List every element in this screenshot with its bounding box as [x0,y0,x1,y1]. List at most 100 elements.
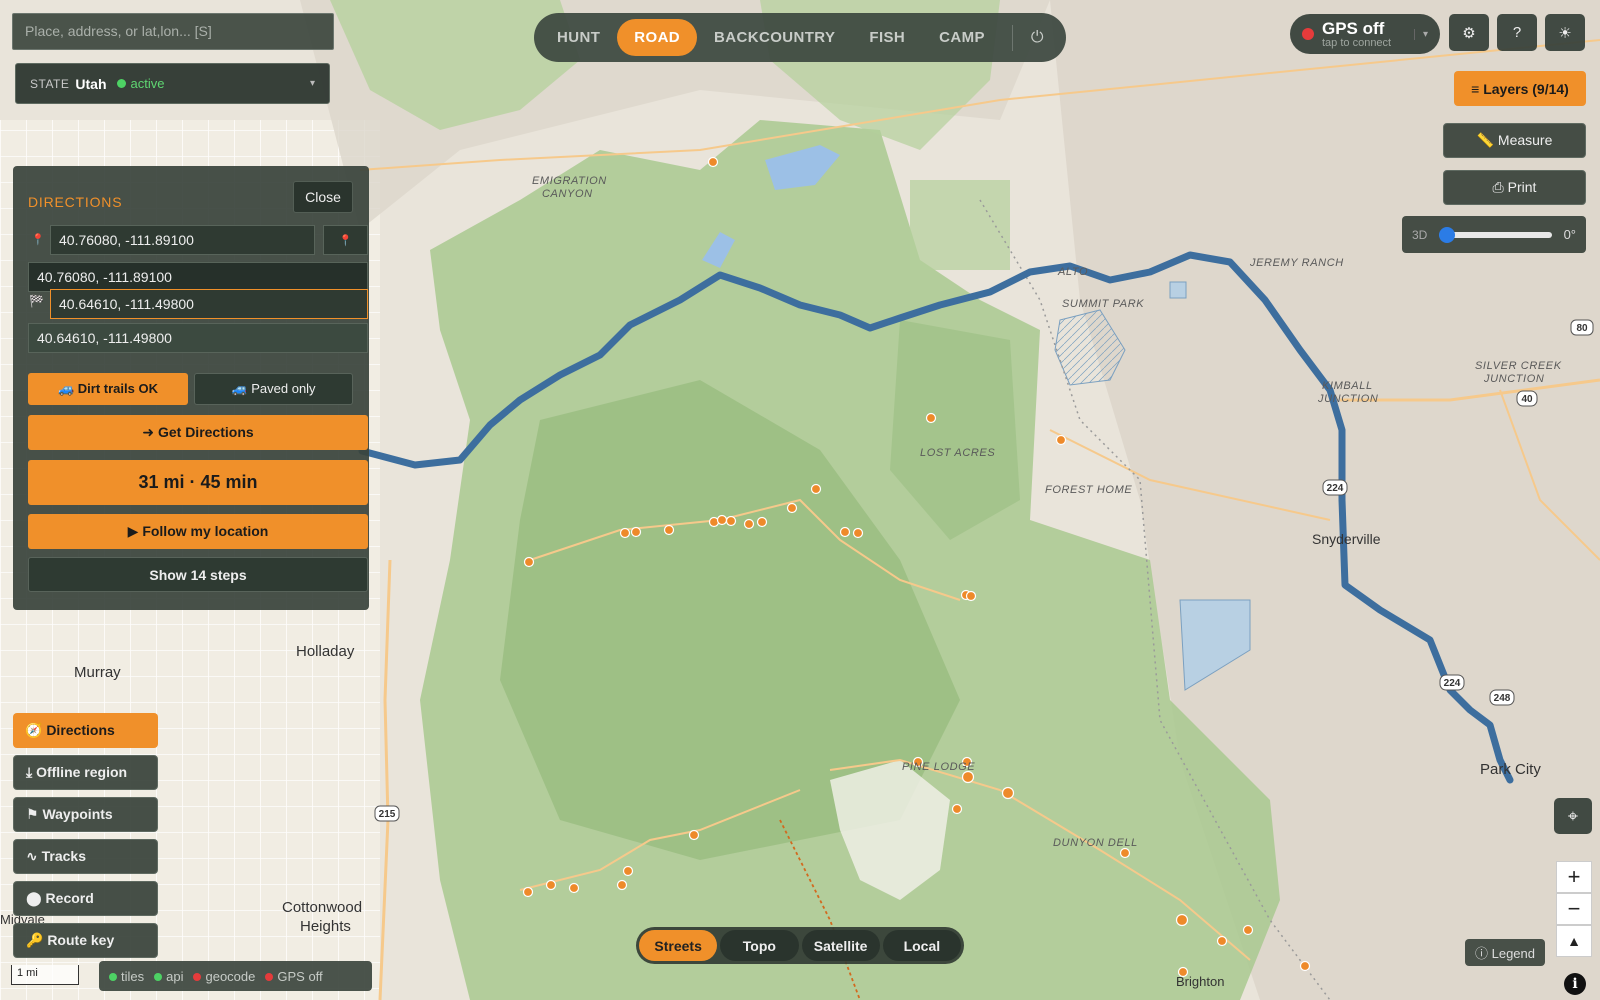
measure-button[interactable]: 📏 Measure [1443,123,1586,158]
power-icon[interactable]: ⏻ [1021,21,1054,55]
close-button[interactable]: Close [293,181,353,213]
pick-location-icon[interactable]: 📍 [323,225,368,255]
origin-input[interactable]: 40.76080, -111.89100 [50,225,315,255]
basemap-local[interactable]: Local [882,930,961,961]
label-murray: Murray [74,664,121,681]
paved-only-button[interactable]: 🚙 Paved only [194,373,353,405]
menu-directions[interactable]: 🧭 Directions [13,713,158,748]
chevron-down-icon: ▾ [309,78,315,89]
origin-suggestion[interactable]: 40.76080, -111.89100 [28,262,368,292]
directions-title: DIRECTIONS [28,194,123,210]
compass-north-icon[interactable]: ▲ [1556,925,1592,957]
mode-divider [1011,24,1013,51]
protected-blue-3 [1169,281,1187,299]
shield-r248: 248 [1494,693,1511,704]
zoom-out-button[interactable]: − [1556,893,1592,925]
mode-backcountry[interactable]: BACKCOUNTRY [697,19,852,56]
label-silver-creek: SILVER CREEK [1475,360,1562,372]
directions-panel: DIRECTIONS Close 📍 40.76080, -111.89100 … [13,166,369,610]
legend-button[interactable]: ⓘ Legend [1465,939,1545,966]
tilt-control: 3D 0° [1402,216,1586,253]
status-dot-icon [116,79,126,88]
status-dot-icon [265,972,274,981]
label-junction: JUNCTION [1317,393,1378,405]
tilt-slider[interactable] [1439,226,1552,243]
menu-offline-region[interactable]: ⤓ Offline region [13,755,158,790]
label-dunyon-dell: DUNYON DELL [1053,837,1138,849]
status-api: api [154,969,183,984]
label-forest-home: FOREST HOME [1045,484,1132,496]
search-input[interactable]: Place, address, or lat,lon... [S] [12,13,334,50]
route-summary: 31 mi · 45 min [28,460,368,505]
dirt-trails-button[interactable]: 🚙 Dirt trails OK [28,373,188,405]
shield-r224b: 224 [1444,678,1461,689]
state-status: active [130,76,165,91]
status-dot-icon [154,972,163,981]
forest-patch-east [910,180,1010,270]
follow-location-button[interactable]: ▶ Follow my location [28,514,368,549]
gps-subtitle: tap to connect [1322,36,1392,49]
label-park-city: Park City [1480,761,1541,778]
shield-r40: 40 [1521,394,1533,405]
label-jeremy-ranch: JEREMY RANCH [1249,257,1344,269]
destination-suggestion[interactable]: 40.64610, -111.49800 [28,323,368,353]
shield-r224a: 224 [1327,483,1344,494]
tilt-label: 3D [1412,227,1428,242]
menu-record[interactable]: ⬤ Record [13,881,158,916]
label-summit-park: SUMMIT PARK [1062,298,1144,310]
zoom-in-button[interactable]: + [1556,861,1592,893]
basemap-streets[interactable]: Streets [639,930,718,961]
menu-waypoints[interactable]: ⚑ Waypoints [13,797,158,832]
tilt-value: 0° [1563,227,1576,242]
menu-route-key[interactable]: 🔑 Route key [13,923,158,958]
scale-bar: 1 mi [11,965,79,985]
tilt-slider-knob[interactable] [1439,226,1456,243]
status-gps: GPS off [265,969,323,984]
label-pine-lodge: PINE LODGE [902,761,975,773]
theme-toggle-icon[interactable]: ☀ [1545,14,1585,51]
destination-input[interactable]: 40.64610, -111.49800 [50,289,368,319]
locate-icon[interactable]: ⌖ [1554,798,1592,834]
gps-button[interactable]: GPS off tap to connect ▾ [1290,14,1440,54]
gps-status-dot-icon [1302,28,1314,40]
shield-i80: 80 [1576,323,1588,334]
gps-title: GPS off [1322,18,1385,38]
label-silver-junction: JUNCTION [1483,373,1544,385]
help-icon[interactable]: ? [1497,14,1537,51]
basemap-satellite[interactable]: Satellite [801,930,880,961]
mode-bar: HUNT ROAD BACKCOUNTRY FISH CAMP ⏻ [534,13,1066,62]
origin-pin-icon: 📍 [31,234,45,246]
mode-camp[interactable]: CAMP [922,19,1002,56]
status-bar: tiles api geocode GPS off [99,961,372,991]
label-holladay: Holladay [296,643,355,660]
gps-menu-icon[interactable]: ▾ [1413,28,1428,40]
print-button[interactable]: ⎙ Print [1443,170,1586,205]
state-selector[interactable]: STATE Utah active ▾ [15,63,330,104]
state-value: Utah [75,75,107,92]
label-kimball: KIMBALL [1322,380,1373,392]
show-steps-button[interactable]: Show 14 steps [28,557,368,592]
label-cottonwood: Cottonwood [282,899,362,916]
label-canyon: CANYON [542,188,593,200]
label-heights: Heights [300,918,351,935]
label-brighton: Brighton [1176,974,1224,989]
label-emigration: EMIGRATION [532,175,607,187]
mode-fish[interactable]: FISH [852,19,922,56]
finish-flag-icon: 🏁 [29,294,44,308]
label-snyderville: Snyderville [1312,531,1381,547]
settings-icon[interactable]: ⚙ [1449,14,1489,51]
shield-i215: 215 [379,809,396,820]
status-geocode: geocode [193,969,255,984]
mode-road[interactable]: ROAD [617,19,698,56]
menu-tracks[interactable]: ∿ Tracks [13,839,158,874]
get-directions-button[interactable]: ➜ Get Directions [28,415,368,450]
basemap-topo[interactable]: Topo [720,930,799,961]
status-dot-icon [109,972,117,981]
status-tiles: tiles [109,969,144,984]
label-alto: ALTO [1057,266,1088,278]
mode-hunt[interactable]: HUNT [540,19,617,56]
status-dot-icon [193,972,202,981]
info-icon[interactable]: i [1564,973,1586,995]
layers-button[interactable]: ≡ Layers (9/14) [1454,71,1586,106]
basemap-switcher: Streets Topo Satellite Local [636,927,964,964]
